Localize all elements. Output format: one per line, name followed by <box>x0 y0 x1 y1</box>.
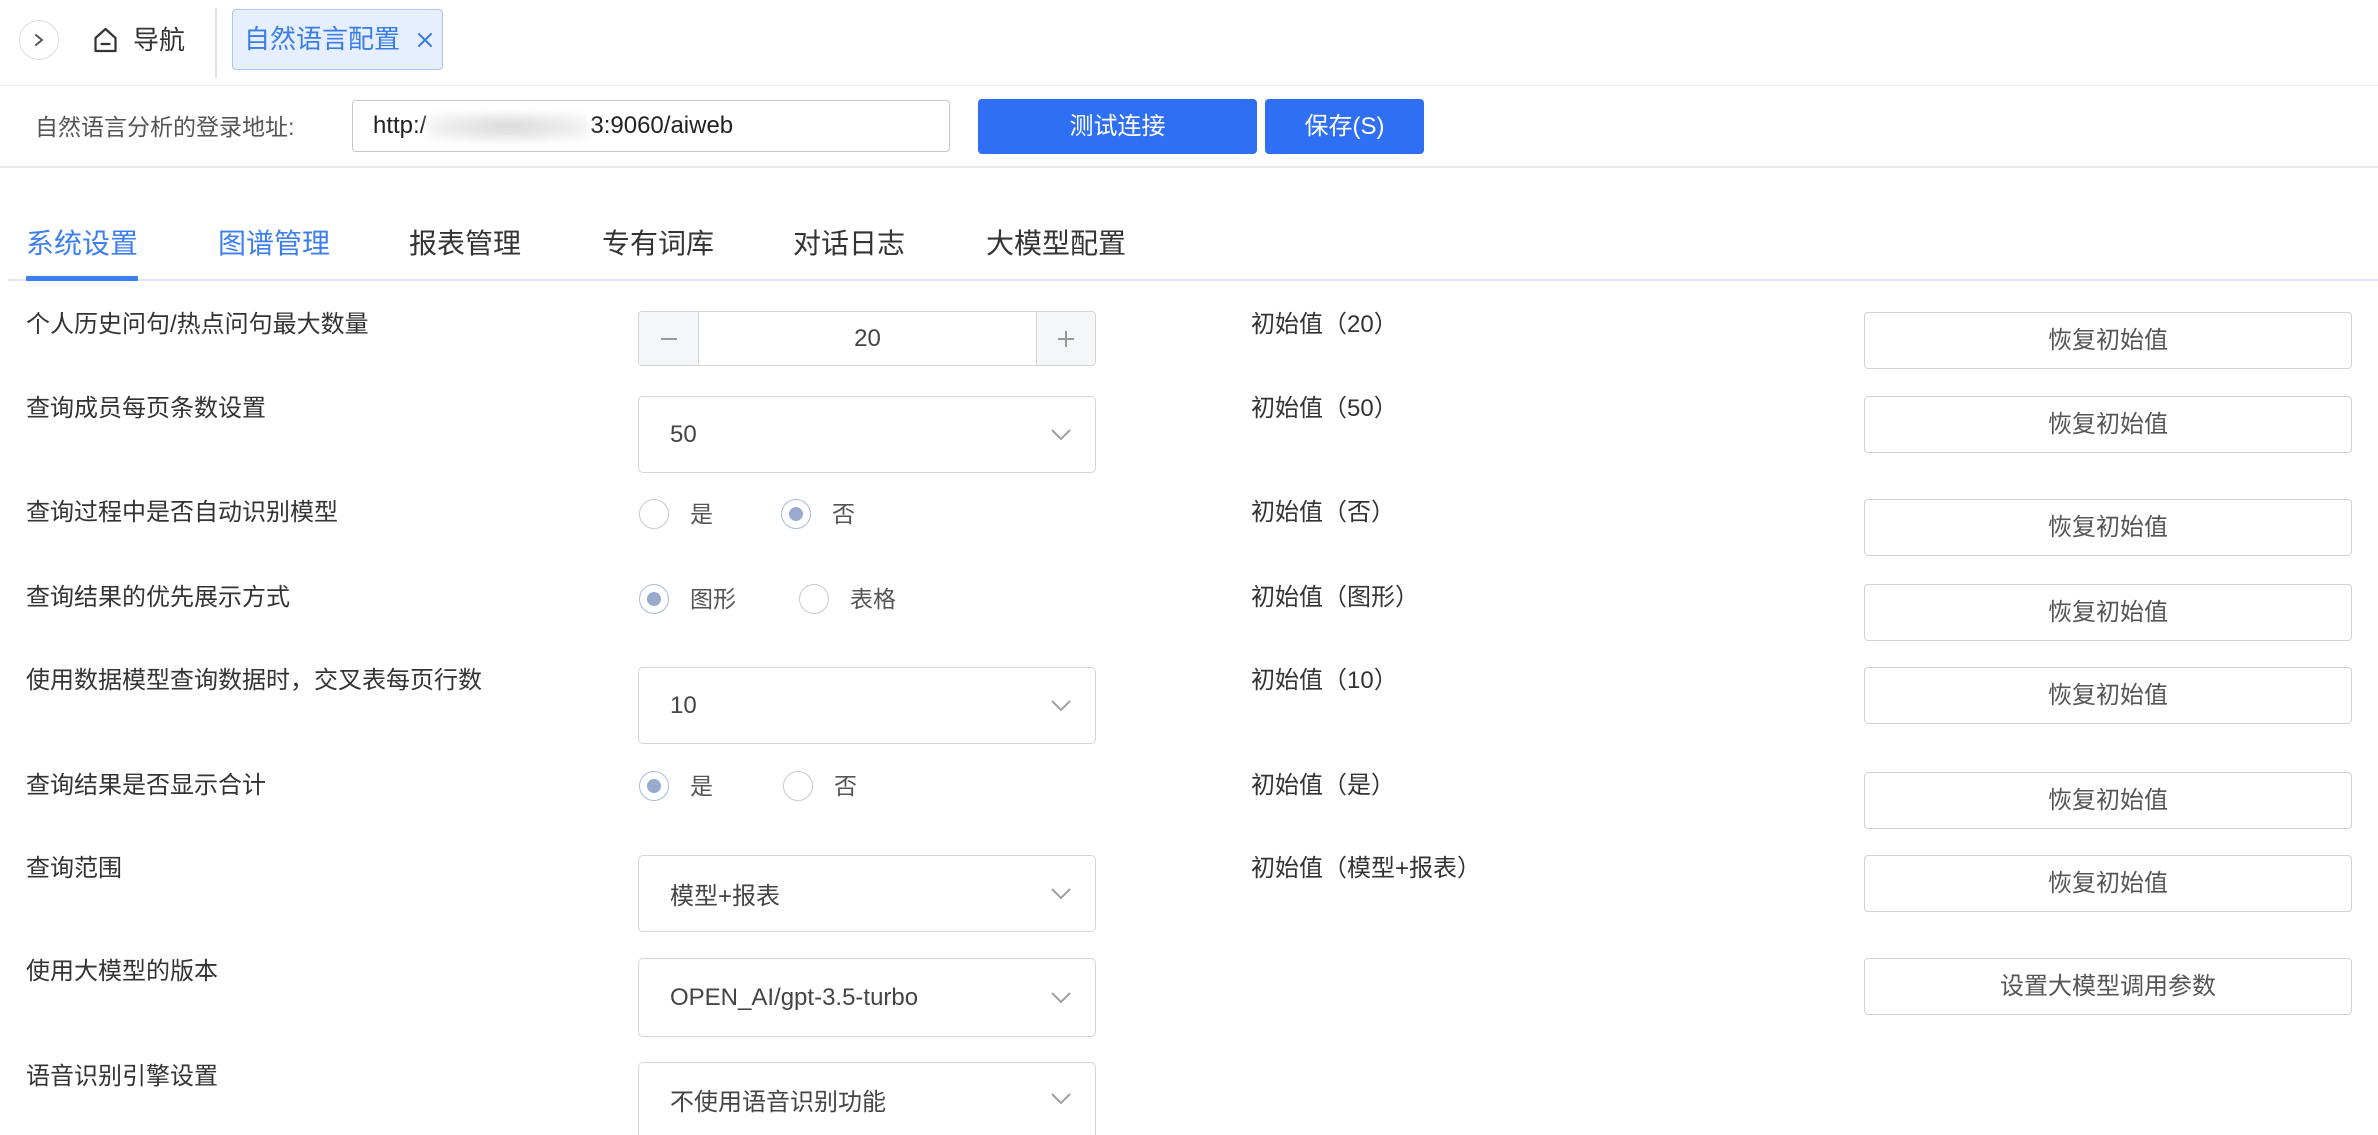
setting-label-show-total: 查询结果是否显示合计 <box>26 772 266 799</box>
auto-detect-yes-radio[interactable]: 是 <box>639 497 713 531</box>
home-icon[interactable] <box>93 27 118 53</box>
redacted-url-segment <box>428 112 589 141</box>
tabs-baseline <box>8 279 2378 281</box>
reset-query-scope-button[interactable]: 恢复初始值 <box>1864 855 2352 912</box>
url-prefix: http:/ <box>373 112 427 139</box>
select-value: 不使用语音识别功能 <box>670 1088 886 1116</box>
chevron-down-icon <box>1051 428 1071 440</box>
plus-icon <box>1058 330 1074 347</box>
setting-label-history-max: 个人历史问句/热点问句最大数量 <box>26 311 369 338</box>
speech-engine-select[interactable]: 不使用语音识别功能 <box>638 1062 1096 1135</box>
radio-circle[interactable] <box>639 584 669 614</box>
reset-display-mode-button[interactable]: 恢复初始值 <box>1864 584 2352 641</box>
setting-label-llm-version: 使用大模型的版本 <box>26 958 218 985</box>
setting-label-auto-detect-model: 查询过程中是否自动识别模型 <box>26 499 338 526</box>
tab-dialog-log[interactable]: 对话日志 <box>793 226 905 262</box>
initial-value-history-max: 初始值（20） <box>1251 311 1398 338</box>
setting-label-display-mode: 查询结果的优先展示方式 <box>26 584 290 611</box>
increment-button[interactable] <box>1036 312 1095 365</box>
reset-crosstab-rows-button[interactable]: 恢复初始值 <box>1864 667 2352 724</box>
initial-value-auto-detect-model: 初始值（否） <box>1251 499 1395 526</box>
setting-label-query-scope: 查询范围 <box>26 855 122 882</box>
radio-circle[interactable] <box>799 584 829 614</box>
tab-llm-config[interactable]: 大模型配置 <box>986 226 1126 262</box>
setting-label-crosstab-rows: 使用数据模型查询数据时，交叉表每页行数 <box>26 667 482 694</box>
tab-system-settings[interactable]: 系统设置 <box>26 226 138 262</box>
chevron-down-icon <box>1051 887 1071 899</box>
reset-page-size-button[interactable]: 恢复初始值 <box>1864 396 2352 453</box>
show-total-yes-radio[interactable]: 是 <box>639 769 713 803</box>
radio-circle[interactable] <box>639 499 669 529</box>
reset-history-max-button[interactable]: 恢复初始值 <box>1864 312 2352 369</box>
radio-label[interactable]: 否 <box>834 769 857 803</box>
save-button[interactable]: 保存(S) <box>1265 99 1424 154</box>
radio-circle[interactable] <box>783 771 813 801</box>
decrement-button[interactable] <box>639 312 699 365</box>
initial-value-query-scope: 初始值（模型+报表） <box>1251 855 1482 882</box>
radio-circle[interactable] <box>781 499 811 529</box>
chevron-right-icon <box>35 34 43 46</box>
minus-icon <box>660 337 677 340</box>
select-value: 50 <box>670 420 697 448</box>
initial-value-page-size: 初始值（50） <box>1251 395 1398 422</box>
close-icon[interactable] <box>416 31 434 49</box>
initial-value-display-mode: 初始值（图形） <box>1251 584 1419 611</box>
display-table-radio[interactable]: 表格 <box>799 582 896 616</box>
top-tab-bar: 导航 自然语言配置 <box>0 0 2378 86</box>
radio-label[interactable]: 是 <box>690 769 713 803</box>
login-row-divider <box>0 166 2378 168</box>
chevron-down-icon <box>1051 991 1071 1003</box>
top-bar-divider <box>215 8 217 78</box>
select-value: 模型+报表 <box>670 883 781 910</box>
login-url-input[interactable]: http:/ 3:9060/aiweb <box>352 100 950 152</box>
select-value: OPEN_AI/gpt-3.5-turbo <box>670 983 919 1011</box>
tab-report-management[interactable]: 报表管理 <box>409 226 521 262</box>
url-suffix: 3:9060/aiweb <box>590 112 734 139</box>
query-scope-select[interactable]: 模型+报表 <box>638 855 1096 932</box>
test-connection-button[interactable]: 测试连接 <box>978 99 1257 154</box>
history-max-stepper[interactable]: 20 <box>638 311 1096 366</box>
chevron-down-icon <box>1051 699 1071 711</box>
llm-call-params-button[interactable]: 设置大模型调用参数 <box>1864 958 2352 1015</box>
crosstab-rows-select[interactable]: 10 <box>638 667 1096 744</box>
chevron-down-icon <box>1051 1093 1071 1105</box>
active-tab-indicator <box>26 276 138 281</box>
radio-circle[interactable] <box>639 771 669 801</box>
radio-label[interactable]: 表格 <box>850 582 896 616</box>
collapse-sidebar-button[interactable] <box>19 20 59 60</box>
reset-show-total-button[interactable]: 恢复初始值 <box>1864 772 2352 829</box>
page-size-select[interactable]: 50 <box>638 396 1096 473</box>
reset-auto-detect-model-button[interactable]: 恢复初始值 <box>1864 499 2352 556</box>
radio-label[interactable]: 图形 <box>690 582 736 616</box>
setting-label-page-size: 查询成员每页条数设置 <box>26 395 266 422</box>
show-total-no-radio[interactable]: 否 <box>783 769 857 803</box>
tab-dictionary[interactable]: 专有词库 <box>602 226 714 262</box>
radio-label[interactable]: 否 <box>832 497 855 531</box>
llm-version-select[interactable]: OPEN_AI/gpt-3.5-turbo <box>638 958 1096 1037</box>
radio-label[interactable]: 是 <box>690 497 713 531</box>
nav-home-label[interactable]: 导航 <box>133 22 185 58</box>
initial-value-show-total: 初始值（是） <box>1251 772 1395 799</box>
tab-graph-management[interactable]: 图谱管理 <box>218 226 330 262</box>
auto-detect-no-radio[interactable]: 否 <box>781 497 855 531</box>
initial-value-crosstab-rows: 初始值（10） <box>1251 667 1398 694</box>
login-url-label: 自然语言分析的登录地址: <box>35 114 295 140</box>
setting-label-speech-engine: 语音识别引擎设置 <box>26 1063 218 1090</box>
stepper-value[interactable]: 20 <box>699 312 1036 365</box>
select-value: 10 <box>670 691 697 719</box>
open-tab-nl-config[interactable]: 自然语言配置 <box>232 9 443 70</box>
display-chart-radio[interactable]: 图形 <box>639 582 736 616</box>
open-tab-label[interactable]: 自然语言配置 <box>244 10 400 69</box>
